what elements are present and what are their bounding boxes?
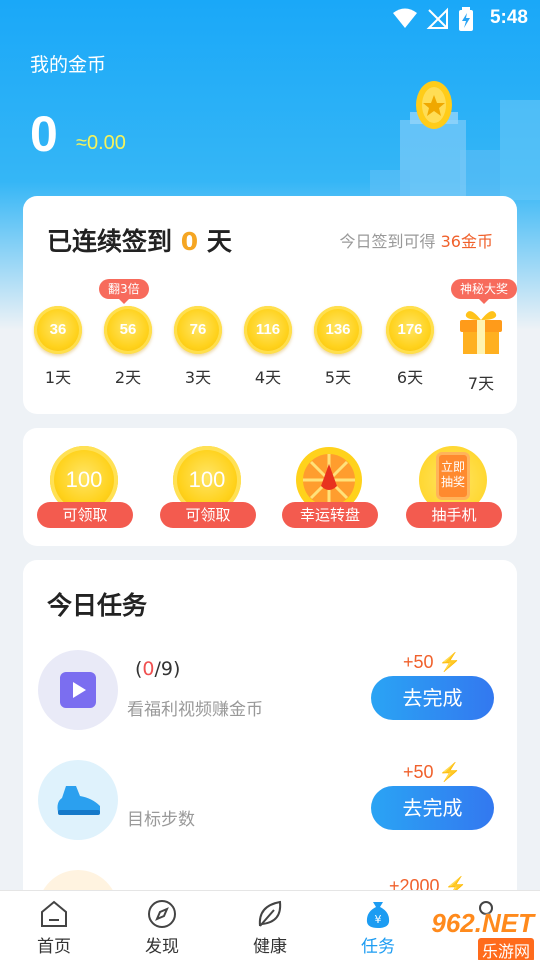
signin-streak-title: 已连续签到 0 天 [47, 222, 232, 258]
progress-done: 0 [142, 658, 155, 680]
signin-day-5[interactable]: 136 5天 [313, 306, 363, 388]
task-description: 看福利视频赚金币 [127, 700, 263, 720]
signin-day-1[interactable]: 36 1天 [33, 306, 83, 388]
coin-icon: 116 [244, 306, 292, 354]
signin-hint-reward: 36金币 [440, 232, 493, 251]
go-complete-button[interactable]: 去完成 [371, 676, 494, 720]
signin-day-label: 6天 [396, 368, 424, 387]
claim-button[interactable]: 可领取 [37, 502, 133, 528]
leaf-icon [258, 900, 282, 927]
claim-reward-1[interactable]: 100 可领取 [37, 446, 133, 536]
task-reward: +50 ⚡ [403, 652, 461, 673]
signin-day-label: 1天 [44, 368, 72, 387]
claim-reward-2[interactable]: 100 可领取 [160, 446, 256, 536]
signin-hint-text: 今日签到可得 [339, 232, 436, 251]
phone-lottery[interactable]: 立即抽奖 抽手机 [406, 446, 502, 536]
rewards-card: 100 可领取 100 可领取 幸运转盘 立即抽奖 抽手机 [23, 428, 517, 546]
watermark-sub: 乐游网 [477, 938, 534, 960]
go-complete-button[interactable]: 去完成 [371, 786, 494, 830]
signin-day-label: 4天 [254, 368, 282, 387]
task-progress: (0/9) [135, 658, 180, 680]
signin-title-suffix: 天 [206, 227, 232, 256]
home-icon [41, 900, 67, 927]
tasks-title: 今日任务 [47, 591, 148, 620]
status-bar: 5:48 [0, 0, 540, 36]
coin-approx-value: ≈0.00 [76, 132, 126, 154]
triple-reward-badge: 翻3倍 [99, 279, 149, 304]
running-shoe-icon [57, 786, 100, 815]
progress-total: /9) [154, 658, 181, 680]
compass-icon [148, 900, 176, 928]
site-watermark: 962.NET 乐游网 [406, 908, 534, 960]
signin-card: 已连续签到 0 天 今日签到可得 36金币 36 1天 56 2天 翻3倍 76… [23, 196, 518, 414]
task-watch-video: (0/9) 看福利视频赚金币 +50 ⚡ 去完成 [23, 650, 517, 750]
signin-day-label: 3天 [184, 368, 212, 387]
signin-day-7[interactable]: 7天 [456, 306, 506, 394]
status-time: 5:48 [489, 7, 528, 28]
signin-title-prefix: 已连续签到 [47, 227, 173, 256]
money-bag-icon: ¥ [366, 902, 390, 928]
signin-day-label: 7天 [467, 374, 495, 393]
lightning-icon: ⚡ [438, 652, 461, 672]
page-title: 我的金币 [30, 54, 107, 76]
tab-label: 发现 [145, 937, 179, 957]
watermark-brand: 962.NET [431, 908, 534, 938]
svg-text:¥: ¥ [375, 913, 382, 926]
lucky-wheel-label[interactable]: 幸运转盘 [282, 502, 378, 528]
tab-discover[interactable]: 发现 [108, 891, 216, 960]
task-reward-value: +50 [403, 652, 434, 672]
coin-icon: 36 [34, 306, 82, 354]
coin-icon: 176 [386, 306, 434, 354]
signin-reward-hint: 今日签到可得 36金币 [340, 228, 493, 252]
buildings-illustration [370, 81, 540, 200]
tab-label: 首页 [37, 937, 71, 957]
task-icon-bg [38, 650, 118, 730]
task-description: 目标步数 [127, 810, 195, 830]
claim-button[interactable]: 可领取 [160, 502, 256, 528]
tab-label: 健康 [253, 937, 287, 957]
wifi-icon [393, 8, 417, 28]
mystery-prize-badge: 神秘大奖 [451, 279, 518, 304]
task-icon-bg [38, 760, 118, 840]
task-reward-value: +50 [403, 762, 434, 782]
phone-lottery-icon-text: 立即抽奖 [436, 452, 470, 500]
phone-lottery-label[interactable]: 抽手机 [406, 502, 502, 528]
signin-day-6[interactable]: 176 6天 [385, 306, 435, 388]
battery-charging-icon [459, 7, 473, 31]
coin-icon: 76 [174, 306, 222, 354]
signin-day-label: 5天 [324, 368, 352, 387]
gift-icon [460, 311, 502, 354]
play-video-icon [60, 672, 96, 708]
tab-health[interactable]: 健康 [216, 891, 324, 960]
signin-day-4[interactable]: 116 4天 [243, 306, 293, 388]
lucky-wheel[interactable]: 幸运转盘 [282, 446, 378, 536]
signin-day-2[interactable]: 56 2天 [103, 306, 153, 388]
coin-icon: 56 [104, 306, 152, 354]
signin-day-label: 2天 [114, 368, 142, 387]
coin-balance: 0 [30, 106, 58, 162]
tab-home[interactable]: 首页 [0, 891, 108, 960]
coin-icon: 136 [314, 306, 362, 354]
signin-day-3[interactable]: 76 3天 [173, 306, 223, 388]
task-step-goal: 目标步数 +50 ⚡ 去完成 [23, 760, 517, 860]
no-signal-icon [426, 7, 448, 29]
task-reward: +50 ⚡ [403, 762, 461, 783]
lightning-icon: ⚡ [438, 762, 461, 782]
signin-days-count: 0 [180, 227, 199, 256]
